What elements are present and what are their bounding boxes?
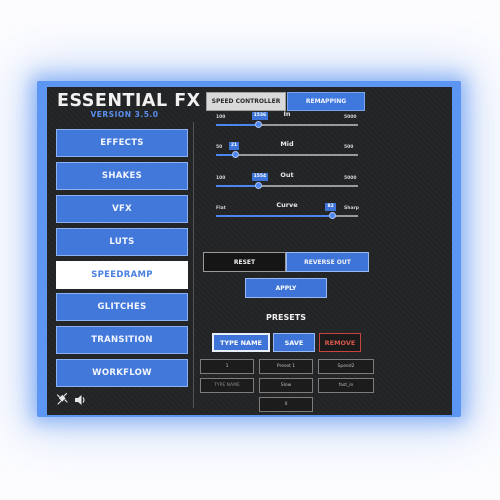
- slider-value-badge: 1536: [251, 112, 269, 120]
- preset-slot[interactable]: Slow: [259, 378, 313, 393]
- preset-slot[interactable]: 1: [200, 359, 254, 374]
- reverse-out-button[interactable]: REVERSE OUT: [286, 252, 369, 272]
- slider-label: Curve: [276, 201, 298, 209]
- slider-value-badge: 82: [325, 203, 336, 211]
- apply-button[interactable]: APPLY: [245, 278, 327, 298]
- nav-glitches-button[interactable]: GLITCHES: [56, 293, 188, 321]
- slider-min-label: Flat: [216, 206, 226, 211]
- slider-fill: [216, 215, 333, 217]
- remove-preset-button[interactable]: REMOVE: [319, 333, 361, 352]
- nav-workflow-button[interactable]: WORKFLOW: [56, 359, 188, 387]
- save-preset-button[interactable]: SAVE: [273, 333, 315, 352]
- nav-effects-button[interactable]: EFFECTS: [56, 129, 188, 157]
- slider-max-label: Sharp: [344, 206, 359, 211]
- preset-slot[interactable]: fast_in: [318, 378, 374, 393]
- slider-max-label: 5000: [344, 115, 357, 120]
- nav-luts-button[interactable]: LUTS: [56, 228, 188, 256]
- slider-max-label: 5000: [344, 176, 357, 181]
- satellite-icon[interactable]: [56, 391, 68, 410]
- nav-vfx-button[interactable]: VFX: [56, 195, 188, 223]
- nav-speedramp-button[interactable]: SPEEDRAMP: [56, 261, 188, 289]
- tab-speed-controller[interactable]: SPEED CONTROLLER: [206, 92, 286, 111]
- preset-slot[interactable]: Preset 1: [259, 359, 313, 374]
- panel-divider: [193, 122, 194, 408]
- reset-button[interactable]: RESET: [203, 252, 286, 272]
- slider-min-label: 100: [216, 176, 226, 181]
- nav-shakes-button[interactable]: SHAKES: [56, 162, 188, 190]
- preset-slot[interactable]: 0: [259, 397, 313, 412]
- slider-min-label: 100: [216, 115, 226, 120]
- slider-fill: [216, 185, 259, 187]
- slider-value-badge: 21: [228, 142, 240, 150]
- slider-max-label: 500: [344, 145, 354, 150]
- preset-name-input[interactable]: TYPE NAME: [212, 333, 270, 352]
- app-title: ESSENTIAL FX: [57, 91, 201, 111]
- slider-min-label: 50: [216, 145, 223, 150]
- slider-thumb[interactable]: [328, 212, 336, 219]
- speaker-icon[interactable]: [74, 391, 87, 410]
- app-version: VERSION 3.5.0: [90, 110, 159, 119]
- slider-fill: [216, 124, 259, 126]
- nav-transition-button[interactable]: TRANSITION: [56, 326, 188, 354]
- preset-slot[interactable]: Speed2: [318, 359, 374, 374]
- tab-remapping[interactable]: REMAPPING: [287, 92, 365, 111]
- slider-value-badge: 1554: [251, 173, 269, 181]
- presets-heading: PRESETS: [266, 313, 306, 322]
- preset-slot[interactable]: TYPE NAME: [200, 378, 254, 393]
- slider-label: Mid: [280, 140, 294, 148]
- footer-icons: [56, 391, 87, 410]
